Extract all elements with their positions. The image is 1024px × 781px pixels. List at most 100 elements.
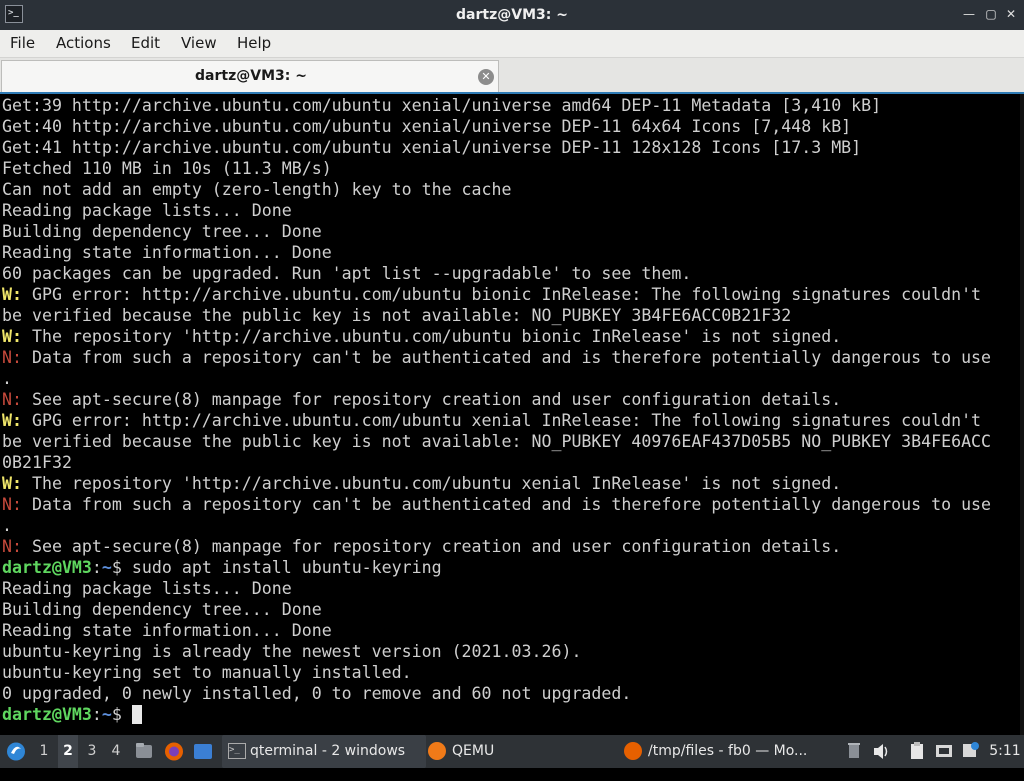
workspace-1[interactable]: 1 (34, 735, 54, 768)
terminal-text: : (91, 558, 102, 577)
terminal-line: N: Data from such a repository can't be … (2, 494, 991, 515)
terminal-text: See apt-secure(8) manpage for repository… (21, 390, 842, 409)
terminal-line: . (2, 368, 991, 389)
note-prefix: N: (2, 348, 22, 367)
tab-bar: dartz@VM3: ~ ✕ (0, 58, 1024, 92)
warning-prefix: W: (2, 285, 22, 304)
file-manager-launcher-icon[interactable] (134, 735, 154, 768)
terminal-line: Reading state information... Done (2, 242, 991, 263)
terminal-text: The repository 'http://archive.ubuntu.co… (21, 327, 842, 346)
tab-close-icon[interactable]: ✕ (478, 69, 494, 85)
qemu-icon (428, 742, 446, 760)
start-menu-icon[interactable] (4, 735, 28, 768)
firefox-launcher-icon[interactable] (163, 735, 185, 768)
menu-file[interactable]: File (6, 30, 39, 58)
terminal-text: Fetched 110 MB in 10s (11.3 MB/s) (2, 159, 332, 178)
trash-icon[interactable] (846, 735, 862, 768)
menu-bar: File Actions Edit View Help (0, 30, 1024, 58)
maximize-icon[interactable]: ▢ (984, 7, 998, 21)
prompt-path: ~ (101, 558, 112, 577)
window-title: dartz@VM3: ~ (456, 7, 568, 23)
note-prefix: N: (2, 495, 22, 514)
terminal-line: Get:40 http://archive.ubuntu.com/ubuntu … (2, 116, 991, 137)
terminal-cursor (131, 705, 142, 724)
terminal-line: dartz@VM3:~$ (2, 704, 991, 725)
window-titlebar: >_ dartz@VM3: ~ — ▢ ✕ (0, 0, 1024, 30)
terminal-text: GPG error: http://archive.ubuntu.com/ubu… (21, 411, 982, 430)
terminal-text: be verified because the public key is no… (2, 432, 992, 451)
terminal-lines: Get:39 http://archive.ubuntu.com/ubuntu … (2, 95, 991, 725)
terminal-line: Get:39 http://archive.ubuntu.com/ubuntu … (2, 95, 991, 116)
terminal-line: W: The repository 'http://archive.ubuntu… (2, 473, 991, 494)
terminal-line: Fetched 110 MB in 10s (11.3 MB/s) (2, 158, 991, 179)
terminal-line: be verified because the public key is no… (2, 305, 991, 326)
warning-prefix: W: (2, 411, 22, 430)
terminal-text: See apt-secure(8) manpage for repository… (21, 537, 842, 556)
taskbar: 1 2 3 4 >_ qterminal - 2 windows QEMU /tm… (0, 735, 1024, 768)
warning-prefix: W: (2, 327, 22, 346)
terminal-text: 0B21F32 (2, 453, 72, 472)
terminal-text: Get:39 http://archive.ubuntu.com/ubuntu … (2, 96, 882, 115)
clock[interactable]: 5:11 (988, 735, 1022, 768)
terminal-line: Reading package lists... Done (2, 200, 991, 221)
prompt-user: dartz@VM3 (2, 705, 92, 724)
menu-edit[interactable]: Edit (127, 30, 164, 58)
terminal-line: 0B21F32 (2, 452, 991, 473)
volume-icon[interactable] (872, 735, 890, 768)
terminal-line: N: See apt-secure(8) manpage for reposit… (2, 536, 991, 557)
terminal-line: Reading state information... Done (2, 620, 991, 641)
task-qemu[interactable]: QEMU (424, 735, 528, 768)
menu-help[interactable]: Help (233, 30, 275, 58)
terminal-tab[interactable]: dartz@VM3: ~ ✕ (1, 60, 499, 92)
menu-actions[interactable]: Actions (52, 30, 115, 58)
firefox-icon (624, 742, 642, 760)
terminal-icon: >_ (228, 743, 246, 759)
workspace-4[interactable]: 4 (106, 735, 126, 768)
terminal-text: Can not add an empty (zero-length) key t… (2, 180, 512, 199)
terminal-text: 0 upgraded, 0 newly installed, 0 to remo… (2, 684, 632, 703)
terminal-line: ubuntu-keyring is already the newest ver… (2, 641, 991, 662)
close-window-icon[interactable]: ✕ (1004, 7, 1018, 21)
task-qterminal[interactable]: >_ qterminal - 2 windows (222, 735, 426, 768)
desktop-launcher-icon[interactable] (192, 735, 214, 768)
clipboard-icon[interactable] (908, 735, 926, 768)
terminal-text: Reading package lists... Done (2, 201, 292, 220)
terminal-text: ubuntu-keyring is already the newest ver… (2, 642, 582, 661)
terminal-text: ubuntu-keyring set to manually installed… (2, 663, 412, 682)
terminal-text: $ (111, 705, 132, 724)
task-firefox-files[interactable]: /tmp/files - fb0 — Mo... (624, 735, 820, 768)
terminal-line: Can not add an empty (zero-length) key t… (2, 179, 991, 200)
terminal-line: N: See apt-secure(8) manpage for reposit… (2, 389, 991, 410)
note-prefix: N: (2, 390, 22, 409)
prompt-path: ~ (101, 705, 112, 724)
prompt-user: dartz@VM3 (2, 558, 92, 577)
terminal-text: Reading state information... Done (2, 621, 332, 640)
terminal-line: ubuntu-keyring set to manually installed… (2, 662, 991, 683)
terminal-text: Reading state information... Done (2, 243, 332, 262)
terminal-line: Get:41 http://archive.ubuntu.com/ubuntu … (2, 137, 991, 158)
menu-view[interactable]: View (177, 30, 221, 58)
terminal-text: Data from such a repository can't be aut… (21, 348, 992, 367)
minimize-icon[interactable]: — (962, 7, 976, 21)
terminal-text: 60 packages can be upgraded. Run 'apt li… (2, 264, 692, 283)
terminal-line: Building dependency tree... Done (2, 599, 991, 620)
terminal-line: Reading package lists... Done (2, 578, 991, 599)
terminal-line: 60 packages can be upgraded. Run 'apt li… (2, 263, 991, 284)
tab-label: dartz@VM3: ~ (195, 68, 307, 84)
terminal-text: Reading package lists... Done (2, 579, 292, 598)
terminal-line: W: GPG error: http://archive.ubuntu.com/… (2, 284, 991, 305)
task-label: qterminal - 2 windows (250, 743, 406, 759)
network-icon[interactable] (934, 735, 954, 768)
terminal-line: . (2, 515, 991, 536)
terminal-scrollbar[interactable] (1020, 94, 1024, 735)
terminal-line: 0 upgraded, 0 newly installed, 0 to remo… (2, 683, 991, 704)
terminal-text: . (2, 369, 12, 388)
terminal-output[interactable]: Get:39 http://archive.ubuntu.com/ubuntu … (0, 92, 1024, 735)
terminal-text: GPG error: http://archive.ubuntu.com/ubu… (21, 285, 982, 304)
terminal-text: Building dependency tree... Done (2, 222, 322, 241)
terminal-text: The repository 'http://archive.ubuntu.co… (21, 474, 842, 493)
workspace-3[interactable]: 3 (82, 735, 102, 768)
task-label: /tmp/files - fb0 — Mo... (648, 743, 808, 759)
workspace-2[interactable]: 2 (58, 735, 78, 768)
notification-icon[interactable] (960, 735, 980, 768)
